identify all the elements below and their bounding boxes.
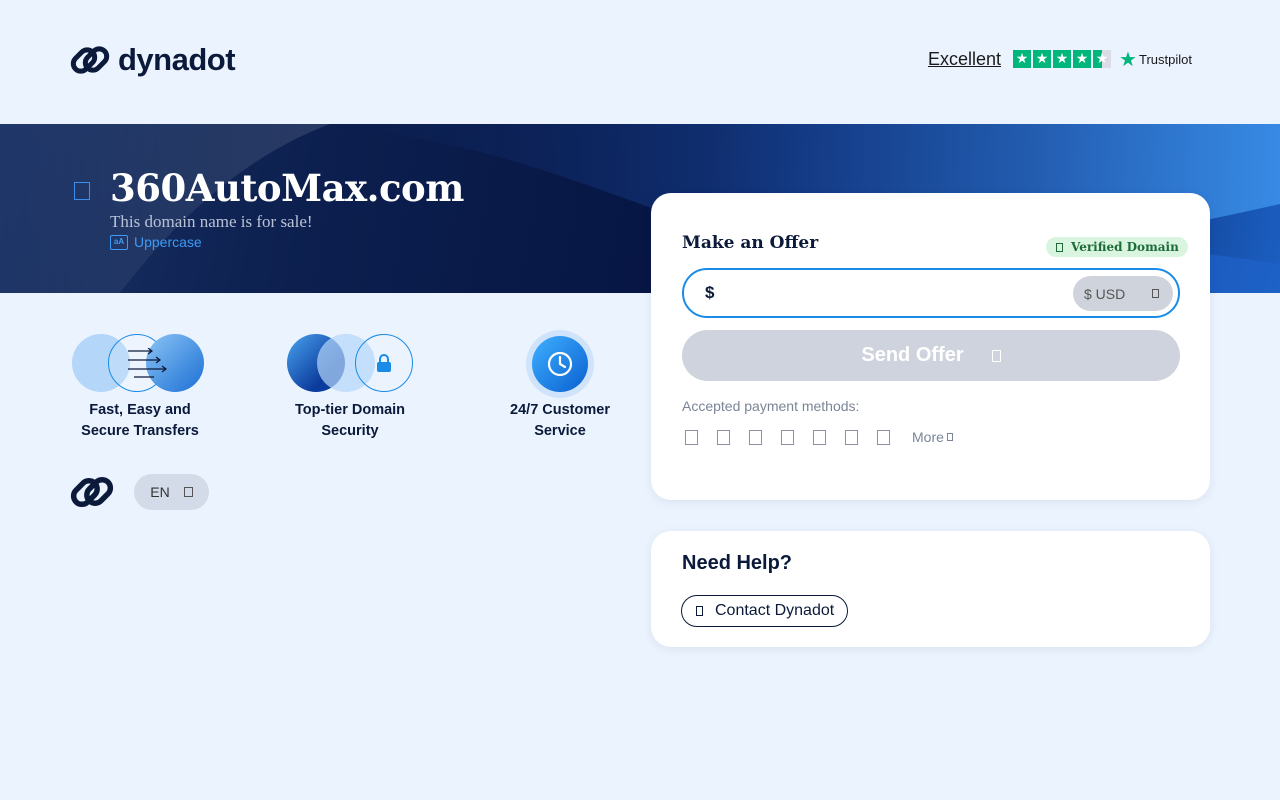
chat-icon [696, 606, 703, 616]
trustpilot-brand-text: Trustpilot [1138, 51, 1192, 67]
chain-link-icon [70, 476, 114, 508]
lock-icon [285, 332, 415, 392]
chain-link-icon [70, 46, 110, 74]
arrow-right-icon [991, 349, 1001, 362]
trustpilot-star-icon: ★ [1119, 47, 1137, 71]
verified-domain-badge: Verified Domain [1046, 237, 1188, 257]
star-icon: ★ [1073, 50, 1092, 68]
language-selected: EN [150, 484, 170, 500]
star-icon: ★ [1013, 50, 1032, 68]
chevron-down-icon [1152, 289, 1159, 298]
clock-icon [525, 330, 595, 398]
chevron-down-icon [183, 487, 193, 497]
star-icon: ★ [1053, 50, 1072, 68]
currency-value: $ USD [1084, 285, 1126, 302]
language-selector[interactable]: EN [134, 474, 209, 510]
offer-amount-input[interactable]: $ $ USD [682, 268, 1180, 318]
star-icon: ★ [1033, 50, 1052, 68]
help-title: Need Help? [682, 552, 793, 574]
bank-icon [845, 429, 858, 445]
feature-label: Fast, Easy and Secure Transfers [81, 402, 199, 439]
visa-icon [749, 429, 762, 445]
trust-rating-text[interactable]: Excellent [928, 49, 1001, 70]
feature-label: 24/7 Customer Service [510, 402, 610, 439]
uppercase-toggle[interactable]: aA Uppercase [110, 234, 202, 250]
brand-name: dynadot [118, 42, 236, 77]
paypal-icon [717, 429, 730, 445]
uppercase-toggle-label: Uppercase [134, 234, 202, 250]
amex-icon [813, 429, 826, 445]
make-offer-card: Make an Offer Verified Domain $ $ USD Se… [651, 193, 1210, 500]
currency-symbol: $ [705, 283, 715, 302]
crypto-icon [877, 429, 890, 445]
contact-label: Contact Dynadot [715, 602, 835, 619]
mastercard-icon [781, 429, 794, 445]
verified-check-icon [1056, 242, 1063, 252]
need-help-card: Need Help? Contact Dynadot [651, 531, 1210, 647]
feature-support: 24/7 Customer Service [480, 330, 640, 442]
send-offer-button[interactable]: Send Offer [682, 330, 1180, 381]
currency-selector[interactable]: $ USD [1073, 276, 1173, 311]
domain-icon [74, 182, 90, 200]
payment-methods-list: More [685, 429, 953, 445]
contact-dynadot-button[interactable]: Contact Dynadot [681, 595, 849, 627]
domain-name-title: 360AutoMax.com [110, 166, 464, 210]
site-header: dynadot Excellent ★ ★ ★ ★ ★ ★ Trustpilot [0, 0, 1280, 124]
half-star-icon: ★ [1093, 50, 1112, 68]
footer-language-row: EN [70, 470, 209, 514]
feature-security: Top-tier Domain Security [270, 332, 430, 442]
feature-label: Top-tier Domain Security [294, 402, 406, 439]
chevron-down-icon [946, 433, 953, 441]
send-offer-label: Send Offer [861, 344, 964, 366]
feature-transfers: Fast, Easy and Secure Transfers [60, 332, 220, 442]
for-sale-subtitle: This domain name is for sale! [110, 212, 313, 231]
more-label: More [912, 429, 944, 445]
card-icon [685, 429, 698, 445]
payment-methods-label: Accepted payment methods: [682, 398, 860, 414]
verified-badge-text: Verified Domain [1071, 240, 1179, 254]
text-case-icon: aA [110, 234, 128, 250]
offer-title: Make an Offer [682, 233, 819, 253]
more-payment-methods-link[interactable]: More [912, 429, 953, 445]
trust-stars: ★ ★ ★ ★ ★ [1013, 50, 1112, 68]
transfer-icon [70, 332, 210, 392]
trustpilot-widget[interactable]: Excellent ★ ★ ★ ★ ★ ★ Trustpilot [928, 47, 1192, 71]
trustpilot-logo: ★ Trustpilot [1119, 47, 1192, 71]
dynadot-logo[interactable]: dynadot [70, 40, 236, 80]
